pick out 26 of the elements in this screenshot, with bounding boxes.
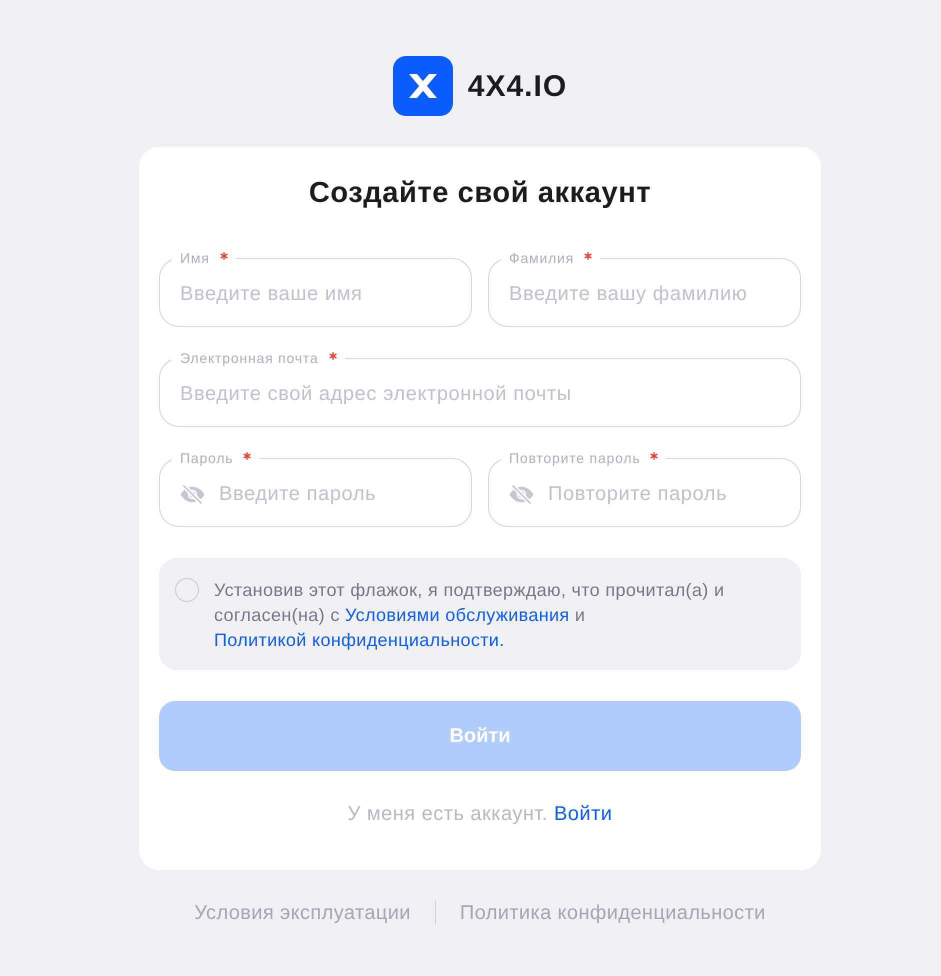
signin-prompt: У меня есть аккаунт. Войти (346, 802, 614, 826)
text-input[interactable]: Введите свой адрес электронной почты (180, 379, 780, 409)
text-field[interactable]: Фамилия Введите вашу фамилию (488, 250, 801, 327)
terms-link[interactable]: Условиями обслуживания (345, 605, 570, 625)
terms-link[interactable]: Политикой конфиденциальности. (214, 630, 505, 650)
footer-link[interactable]: Условия эксплуатации (194, 901, 411, 925)
signin-link[interactable]: Войти (554, 803, 612, 825)
consent-text: Установив этот флажок, я подтверждаю, что прочитал(а) и согласен(на) с Условиями обслуживания и Политикой конфиденциальности. (214, 579, 726, 652)
field-label: Электронная почта (180, 350, 319, 366)
field-label: Повторите пароль (509, 450, 640, 466)
field-label: Пароль (180, 450, 234, 466)
consent-checkbox[interactable] (175, 578, 199, 602)
text-input[interactable]: Введите ваше имя (180, 279, 451, 309)
text-input[interactable]: Введите вашу фамилию (509, 279, 780, 309)
logo-text: 4X4.IO (468, 68, 568, 104)
password-input[interactable]: Повторите пароль (548, 479, 780, 509)
text-field[interactable]: Имя Введите ваше имя (159, 250, 472, 327)
logo-icon (392, 56, 453, 116)
field-label: Имя (180, 250, 210, 266)
text-field[interactable]: Электронная почта Введите свой адрес электронной почты (159, 350, 801, 427)
password-input[interactable]: Введите пароль (219, 479, 451, 509)
password-field[interactable]: Повторите пароль Повторите пароль (488, 450, 801, 527)
password-field[interactable]: Пароль Введите пароль (159, 450, 472, 527)
form-title: Создайте свой аккаунт (308, 176, 652, 210)
field-label: Фамилия (509, 250, 574, 266)
footer-link[interactable]: Политика конфиденциальности (460, 901, 766, 925)
